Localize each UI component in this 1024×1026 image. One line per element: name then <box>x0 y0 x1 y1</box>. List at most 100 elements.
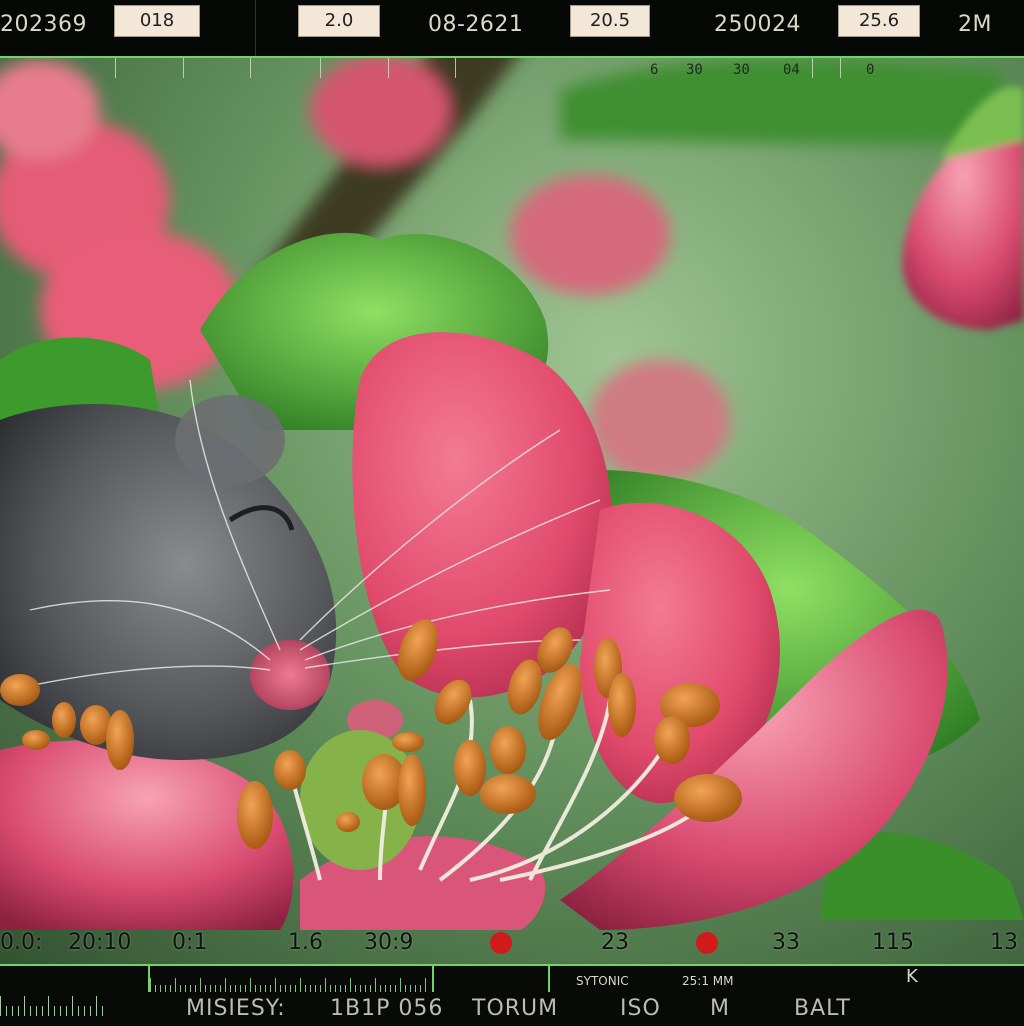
left-tick <box>24 996 25 1016</box>
ruler-tick <box>415 985 416 992</box>
ruler-tick <box>395 985 396 992</box>
left-tick <box>60 1006 61 1016</box>
ruler-tick <box>365 985 366 992</box>
ruler-tick <box>235 985 236 992</box>
ruler-tick <box>255 985 256 992</box>
readout-value: 23 <box>601 930 629 955</box>
ruler-tick <box>175 978 176 992</box>
left-tick <box>36 1006 37 1016</box>
left-tick <box>66 1006 67 1016</box>
top-readout-4: 2M <box>958 12 992 37</box>
left-tick <box>84 1006 85 1016</box>
top-readout-1: 202369 <box>0 12 87 37</box>
ruler-tick <box>230 985 231 992</box>
ruler-tick <box>180 985 181 992</box>
scale-tick <box>840 58 841 78</box>
top-value-box-1[interactable]: 018 <box>114 5 200 37</box>
camera-viewfinder-scene <box>0 0 1024 1024</box>
top-value-box-4[interactable]: 25.6 <box>838 5 920 37</box>
left-tick <box>102 1006 103 1016</box>
left-tick <box>96 996 97 1016</box>
bottom-label: MISIESY: <box>186 996 286 1021</box>
scale-tick <box>250 58 251 78</box>
left-tick <box>54 1006 55 1016</box>
record-indicator <box>490 932 512 954</box>
ruler-tick <box>195 985 196 992</box>
ruler-tick <box>280 985 281 992</box>
ruler-tick <box>290 985 291 992</box>
ruler-tick <box>335 985 336 992</box>
bottom-mark: K <box>906 966 918 987</box>
ruler-tick <box>345 985 346 992</box>
ruler-tick <box>405 985 406 992</box>
left-tick <box>90 1006 91 1016</box>
ruler-tick <box>165 985 166 992</box>
bottom-small-label: 25:1 MM <box>682 974 734 988</box>
readout-value: 115 <box>872 930 914 955</box>
top-value-box-2[interactable]: 2.0 <box>298 5 380 37</box>
ruler-tick <box>190 985 191 992</box>
ruler-tick <box>360 985 361 992</box>
ruler-tick <box>410 985 411 992</box>
ruler-tick <box>350 978 351 992</box>
top-readout-3: 250024 <box>714 12 801 37</box>
top-readout-2: 08-2621 <box>428 12 524 37</box>
ruler-tick <box>375 978 376 992</box>
scale-number: 04 <box>783 62 800 78</box>
bottom-status-bar: SYTONIC 25:1 MM K MISIESY: 1B1P 056 TORU… <box>0 964 1024 1026</box>
readout-value: 30:9 <box>364 930 414 955</box>
ruler-tick <box>185 985 186 992</box>
readout-value: 33 <box>772 930 800 955</box>
scale-number: 6 <box>650 62 659 78</box>
left-tick <box>42 1006 43 1016</box>
scale-number: 30 <box>733 62 750 78</box>
bottom-label: M <box>710 996 730 1021</box>
ruler-tick <box>215 985 216 992</box>
bottom-small-label: SYTONIC <box>576 974 629 988</box>
left-tick <box>6 1006 7 1016</box>
bottom-divider <box>548 966 550 992</box>
ruler-tick <box>420 985 421 992</box>
ruler-tick <box>325 978 326 992</box>
ruler-tick <box>225 978 226 992</box>
ruler-tick <box>160 985 161 992</box>
ruler-tick <box>310 985 311 992</box>
ruler-tick <box>250 978 251 992</box>
left-tick <box>12 1006 13 1016</box>
bottom-divider <box>432 966 434 992</box>
scale-tick <box>320 58 321 78</box>
ruler-tick <box>285 985 286 992</box>
ruler-tick <box>380 985 381 992</box>
bottom-ruler[interactable] <box>148 966 430 992</box>
readout-value: 20:10 <box>68 930 132 955</box>
ruler-tick <box>245 985 246 992</box>
top-value-box-3[interactable]: 20.5 <box>570 5 650 37</box>
ruler-tick <box>210 985 211 992</box>
bottom-label: ISO <box>620 996 661 1021</box>
left-tick <box>48 996 49 1016</box>
ruler-tick <box>385 985 386 992</box>
scale-tick <box>388 58 389 78</box>
left-tick <box>18 1006 19 1016</box>
scale-number: 30 <box>686 62 703 78</box>
top-scale: 6 30 30 04 0 <box>0 56 1024 86</box>
ruler-tick <box>240 985 241 992</box>
ruler-tick <box>275 978 276 992</box>
ruler-tick <box>155 985 156 992</box>
readout-value: 13 <box>990 930 1018 955</box>
top-divider <box>255 0 256 56</box>
ruler-tick <box>400 978 401 992</box>
readout-value: 0.0: <box>0 930 43 955</box>
ruler-tick <box>205 985 206 992</box>
left-tick-strip <box>0 990 110 1016</box>
readout-value: 1.6 <box>288 930 323 955</box>
ruler-tick <box>220 985 221 992</box>
bottom-readout-row: 0.0: 20:10 0:1 1.6 30:9 23 33 115 13 <box>0 920 1024 964</box>
left-tick <box>78 1006 79 1016</box>
ruler-tick <box>330 985 331 992</box>
ruler-tick <box>370 985 371 992</box>
ruler-tick <box>200 978 201 992</box>
scale-number: 0 <box>866 62 875 78</box>
left-tick <box>72 996 73 1016</box>
ruler-tick <box>340 985 341 992</box>
